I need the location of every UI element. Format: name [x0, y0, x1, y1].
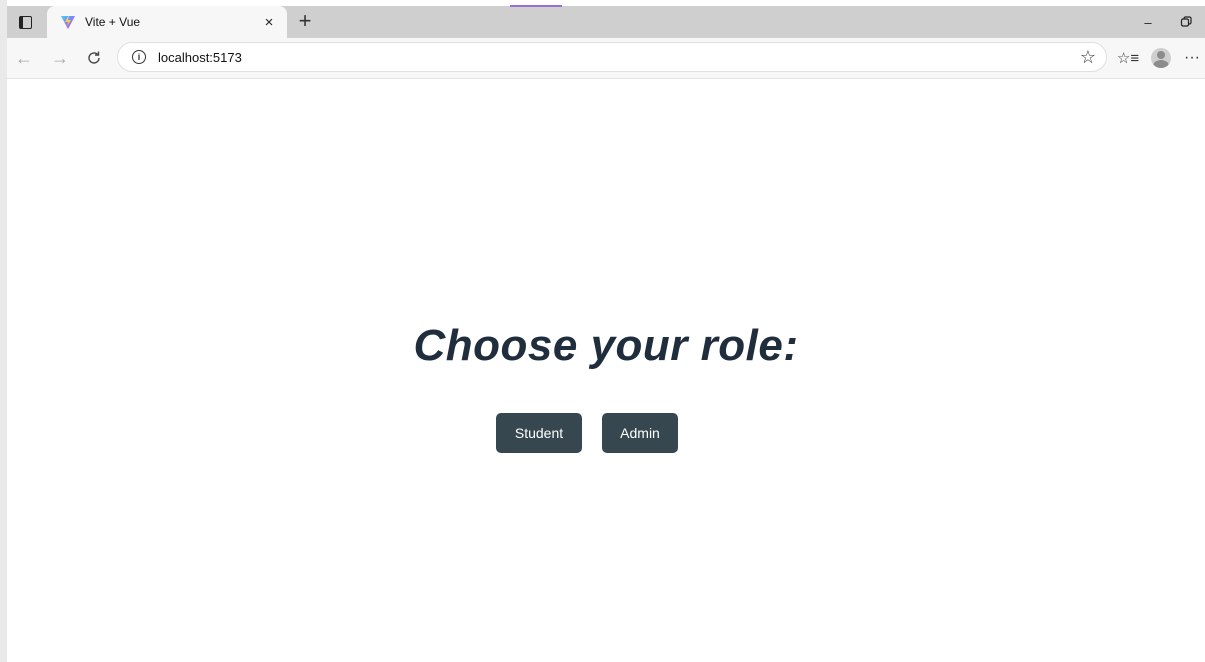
- avatar-icon: [1151, 48, 1171, 68]
- more-options-icon[interactable]: ···: [1177, 44, 1205, 72]
- role-button-group: Student Admin: [7, 413, 1205, 453]
- page-title: Choose your role:: [413, 321, 799, 370]
- window-controls: –: [1129, 6, 1205, 38]
- tab-strip: Vite + Vue × + –: [7, 5, 1205, 38]
- tab-actions-button[interactable]: [9, 6, 41, 38]
- url-text[interactable]: localhost:5173: [158, 50, 1080, 65]
- reload-icon: [88, 51, 100, 64]
- page-viewport: Choose your role: Student Admin: [7, 79, 1205, 662]
- tab-active[interactable]: Vite + Vue ×: [47, 6, 287, 38]
- vite-logo-icon: [61, 15, 75, 29]
- tab-actions-icon: [18, 15, 32, 29]
- forward-arrow-icon: →: [51, 47, 69, 68]
- minimize-icon[interactable]: –: [1129, 6, 1167, 38]
- admin-button[interactable]: Admin: [602, 413, 678, 453]
- student-button[interactable]: Student: [496, 413, 582, 453]
- back-button[interactable]: ←: [10, 44, 38, 72]
- restore-window-icon: [1180, 16, 1192, 27]
- restore-icon[interactable]: [1167, 6, 1205, 38]
- forward-button[interactable]: →: [46, 44, 74, 72]
- browser-window: Vite + Vue × + – ← → i localhost:5173 ☆ …: [0, 0, 1205, 662]
- profile-button[interactable]: [1146, 44, 1176, 72]
- back-arrow-icon: ←: [15, 47, 33, 68]
- favorites-icon[interactable]: ☆≡: [1113, 44, 1143, 72]
- address-bar[interactable]: i localhost:5173 ☆: [117, 42, 1107, 72]
- site-info-icon[interactable]: i: [132, 50, 146, 64]
- tab-title: Vite + Vue: [85, 15, 141, 29]
- close-tab-icon[interactable]: ×: [257, 10, 281, 34]
- reload-button[interactable]: [80, 44, 108, 72]
- favorite-star-icon[interactable]: ☆: [1080, 47, 1096, 68]
- browser-toolbar: ← → i localhost:5173 ☆ ☆≡ ···: [7, 38, 1205, 79]
- new-tab-button[interactable]: +: [291, 6, 319, 36]
